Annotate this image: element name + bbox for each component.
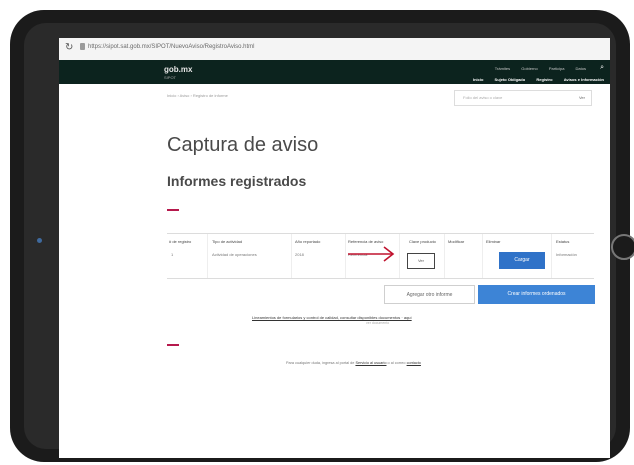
table-header-anio: Año reportado bbox=[295, 239, 321, 244]
guidelines-sub: ver documento bbox=[366, 321, 390, 325]
search-button[interactable]: Ver bbox=[579, 95, 585, 100]
top-link-gobierno[interactable]: Gobierno bbox=[521, 66, 537, 71]
tablet-screen: ↻ https://sipot.sat.gob.mx/SIPOT/NuevoAv… bbox=[59, 38, 610, 458]
reload-icon[interactable]: ↻ bbox=[65, 42, 73, 53]
column-divider bbox=[291, 234, 292, 278]
create-reports-button[interactable]: Crear informes ordenados bbox=[478, 285, 595, 304]
view-file-button[interactable]: Ver bbox=[407, 253, 435, 269]
site-logo[interactable]: gob.mx bbox=[164, 65, 192, 74]
column-divider bbox=[551, 234, 552, 278]
footer-link-servicio[interactable]: Servicio al usuario bbox=[355, 361, 386, 365]
footer-divider bbox=[167, 344, 179, 346]
column-divider bbox=[444, 234, 445, 278]
cell-registro: 1 bbox=[171, 252, 174, 257]
site-header: gob.mx SIPOT Trámites Gobierno Participa… bbox=[59, 60, 610, 84]
site-subtitle: SIPOT bbox=[164, 75, 177, 80]
top-link-participa[interactable]: Participa bbox=[549, 66, 565, 71]
nav-item-avisos[interactable]: Avisos e Información bbox=[564, 77, 604, 82]
table-header-clave: Clave producto bbox=[409, 239, 436, 244]
add-report-button[interactable]: Agregar otro informe bbox=[384, 285, 475, 304]
home-button[interactable] bbox=[611, 234, 634, 260]
search-placeholder: Folio del aviso o clave bbox=[463, 95, 503, 100]
header-search-icon[interactable]: ⌕ bbox=[600, 64, 604, 72]
column-divider bbox=[399, 234, 400, 278]
camera-icon bbox=[37, 238, 42, 243]
table-header-eliminar: Eliminar bbox=[486, 239, 501, 244]
table-header-modificar: Modificar bbox=[448, 239, 465, 244]
nav-item-registro[interactable]: Registro bbox=[536, 77, 552, 82]
footer-middle: o al correo bbox=[387, 361, 406, 365]
footer-prefix: Para cualquier duda, ingresa al portal d… bbox=[286, 361, 355, 365]
footer-note: Para cualquier duda, ingresa al portal d… bbox=[286, 361, 421, 365]
column-divider bbox=[482, 234, 483, 278]
page-title: Captura de aviso bbox=[167, 134, 319, 156]
cell-estatus: Información bbox=[556, 252, 577, 257]
tablet-frame: ↻ https://sipot.sat.gob.mx/SIPOT/NuevoAv… bbox=[10, 10, 634, 462]
search-input[interactable]: Folio del aviso o clave Ver bbox=[454, 90, 592, 106]
footer-link-contacto[interactable]: contacto bbox=[407, 361, 421, 365]
guidelines-link[interactable]: Lineamientos de formularios y control de… bbox=[252, 315, 412, 320]
main-nav: Inicio Sujeto Obligado Registro Avisos e… bbox=[463, 77, 604, 82]
top-links: Trámites Gobierno Participa Datos bbox=[485, 66, 600, 71]
top-link-tramites[interactable]: Trámites bbox=[495, 66, 510, 71]
browser-bar: ↻ https://sipot.sat.gob.mx/SIPOT/NuevoAv… bbox=[59, 38, 610, 61]
column-divider bbox=[207, 234, 208, 278]
table-header-registro: # de registro bbox=[169, 239, 192, 244]
annotation-arrow-icon bbox=[348, 246, 395, 262]
address-bar[interactable]: https://sipot.sat.gob.mx/SIPOT/NuevoAvis… bbox=[88, 44, 255, 50]
cell-actividad: Actividad de operaciones bbox=[212, 252, 257, 257]
top-link-datos[interactable]: Datos bbox=[576, 66, 586, 71]
table-header-referencia: Referencia de aviso bbox=[348, 239, 384, 244]
cell-anio: 2018 bbox=[295, 252, 304, 257]
column-divider bbox=[345, 234, 346, 278]
lock-icon bbox=[80, 43, 85, 50]
nav-item-inicio[interactable]: Inicio bbox=[473, 77, 483, 82]
breadcrumb[interactable]: Inicio › Aviso › Registro de informe bbox=[167, 93, 228, 98]
nav-item-sujeto[interactable]: Sujeto Obligado bbox=[495, 77, 526, 82]
section-divider bbox=[167, 209, 179, 211]
upload-button[interactable]: Cargar bbox=[499, 252, 545, 269]
table-header-actividad: Tipo de actividad bbox=[212, 239, 243, 244]
table-header-estatus: Estatus bbox=[556, 239, 570, 244]
section-title: Informes registrados bbox=[167, 173, 307, 189]
